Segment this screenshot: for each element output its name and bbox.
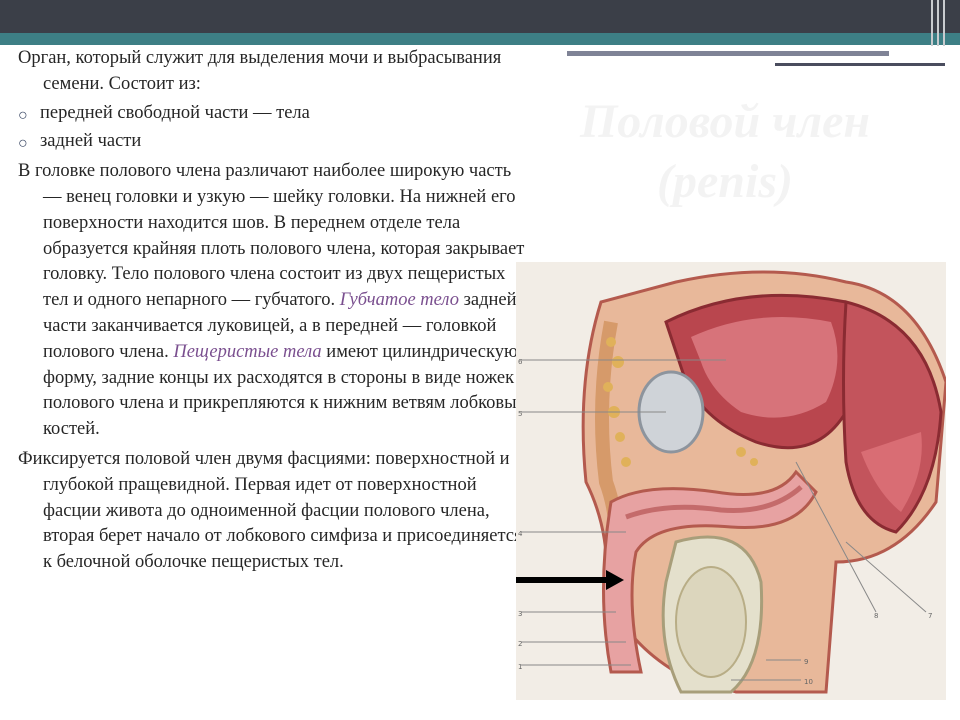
bullet-text: передней свободной части — тела [40, 102, 310, 123]
term-highlight: Пещеристые тела [173, 341, 322, 362]
label-10: 10 [804, 678, 813, 686]
paragraph: Фиксируется половой член двумя фасциями:… [18, 448, 523, 573]
label-4: 4 [518, 530, 523, 538]
label-8: 8 [874, 612, 878, 620]
slide-accent-bar [0, 33, 960, 45]
label-3: 3 [518, 610, 522, 618]
bullet-icon: ○ [18, 106, 28, 124]
label-7: 7 [928, 612, 932, 620]
decorative-line [775, 63, 945, 66]
bullet-icon: ○ [18, 135, 28, 153]
decorative-line [931, 0, 933, 46]
decorative-line [937, 0, 939, 46]
paragraph: В головке полового члена различают наибо… [18, 159, 533, 443]
anatomical-illustration: 6 5 4 3 2 1 7 8 9 10 [516, 262, 946, 700]
label-6: 6 [518, 358, 523, 366]
slide-title: Половой член (penis) [579, 95, 871, 208]
bullet-item: ○ задней части [18, 129, 533, 155]
slide-body: Орган, который служит для выделения мочи… [18, 46, 533, 576]
slide-header-bar [0, 0, 960, 33]
decorative-line [567, 51, 889, 56]
label-9: 9 [804, 658, 808, 666]
term-highlight: Губчатое тело [339, 290, 459, 311]
bullet-item: ○ передней свободной части — тела [18, 101, 533, 127]
paragraph-text: В головке полового члена различают наибо… [18, 161, 525, 311]
label-5: 5 [518, 410, 522, 418]
anatomy-drawing-icon: 6 5 4 3 2 1 7 8 9 10 [516, 262, 946, 700]
paragraph: Орган, который служит для выделения мочи… [18, 48, 502, 94]
bullet-text: задней части [40, 131, 142, 152]
decorative-line [943, 0, 945, 46]
label-2: 2 [518, 640, 522, 648]
label-1: 1 [518, 663, 522, 671]
